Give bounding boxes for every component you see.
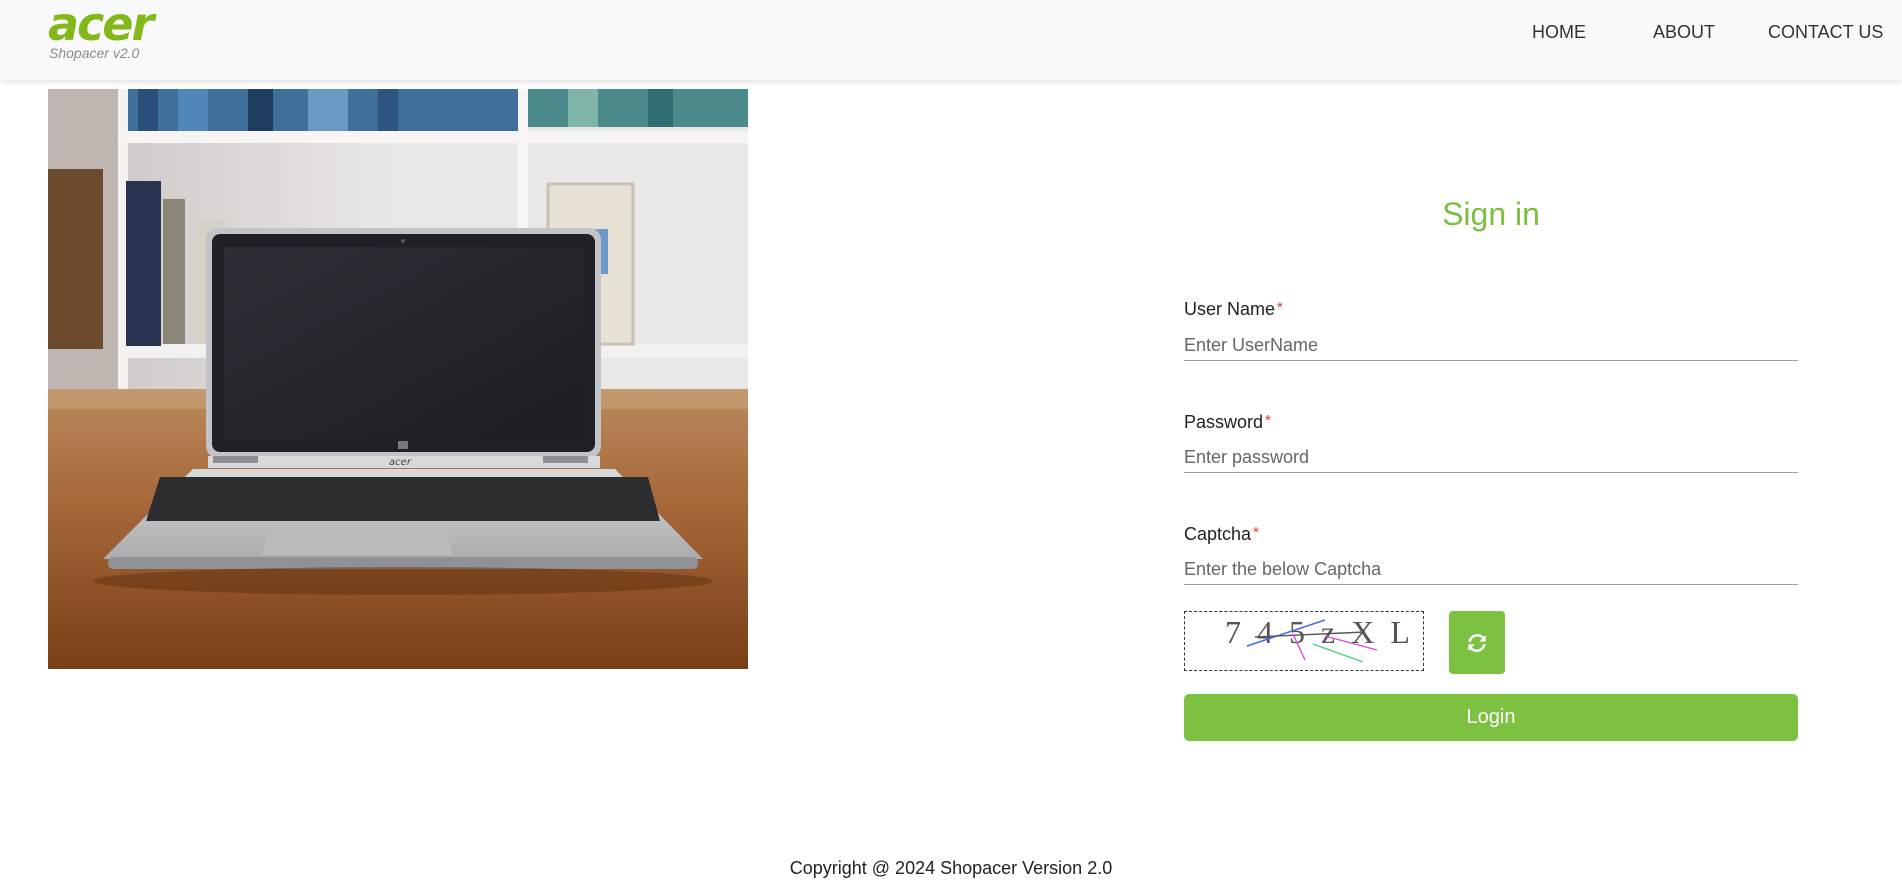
acer-logo[interactable]: acer xyxy=(48,0,154,48)
logo-tagline: Shopacer v2.0 xyxy=(49,45,140,61)
keyboard-logo-text: acer xyxy=(389,457,412,468)
nav-home-link[interactable]: HOME xyxy=(1532,22,1586,44)
captcha-label-text: Captcha xyxy=(1184,524,1252,544)
captcha-noise-lines xyxy=(1246,619,1378,663)
required-asterisk: * xyxy=(1253,524,1259,541)
footer-copyright: Copyright @ 2024 Shopacer Version 2.0 xyxy=(789,858,1113,878)
username-input[interactable] xyxy=(1184,330,1798,361)
sign-in-title: Sign in xyxy=(1442,196,1540,232)
laptop-photo: acer xyxy=(48,89,748,669)
captcha-refresh-button[interactable] xyxy=(1449,611,1505,674)
required-asterisk: * xyxy=(1277,299,1283,316)
top-navbar: acer Shopacer v2.0 HOME ABOUT CONTACT US xyxy=(0,0,1902,80)
username-label: User Name * xyxy=(1184,299,1283,320)
captcha-image: 7 4 5 z X L xyxy=(1184,611,1424,671)
password-label-text: Password xyxy=(1184,412,1264,432)
password-input[interactable] xyxy=(1184,442,1798,473)
refresh-icon xyxy=(1468,633,1486,652)
nav-contact-link[interactable]: CONTACT US xyxy=(1768,22,1883,44)
username-label-text: User Name xyxy=(1184,299,1276,319)
password-label: Password * xyxy=(1184,412,1271,433)
login-button[interactable]: Login xyxy=(1184,694,1798,741)
captcha-input[interactable] xyxy=(1184,554,1798,585)
nav-about-link[interactable]: ABOUT xyxy=(1653,22,1715,44)
captcha-label: Captcha * xyxy=(1184,524,1259,545)
required-asterisk: * xyxy=(1265,412,1271,429)
